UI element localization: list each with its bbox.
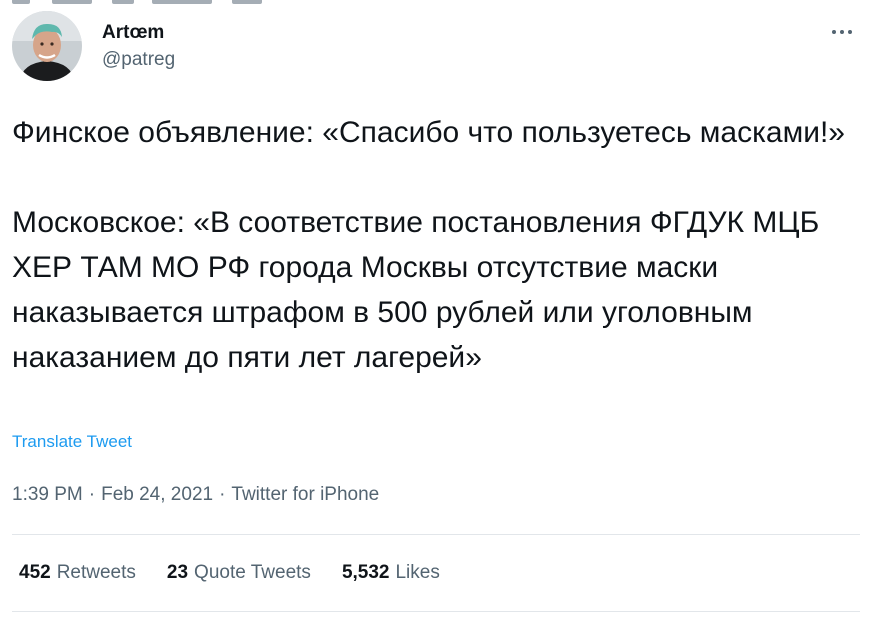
more-options-button[interactable] [827, 22, 857, 42]
ellipsis-icon [832, 30, 852, 34]
profile-photo-icon [12, 11, 82, 81]
translate-tweet-link[interactable]: Translate Tweet [12, 432, 132, 452]
likes-count: 5,532 [341, 562, 390, 583]
quote-tweets-label: Quote Tweets [194, 562, 311, 583]
likes-stat[interactable]: 5,532 Likes [342, 562, 440, 584]
tweet-meta: 1:39 PM · Feb 24, 2021 · Twitter for iPhone [12, 484, 379, 506]
meta-separator: · [219, 484, 226, 505]
divider [12, 611, 860, 612]
retweets-count: 452 [19, 562, 51, 583]
likes-label: Likes [395, 562, 440, 583]
tweet-source[interactable]: Twitter for iPhone [231, 484, 379, 505]
divider [12, 534, 860, 535]
meta-separator: · [88, 484, 96, 505]
tweet-text: Финское объявление: «Спасибо что пользуе… [12, 110, 862, 380]
quote-tweets-count: 23 [166, 562, 189, 583]
engagement-stats: 452 Retweets 23 Quote Tweets 5,532 Likes [19, 562, 440, 584]
author-display-name[interactable]: Artœm [102, 22, 175, 44]
tweet-paragraph-1: Финское объявление: «Спасибо что пользуе… [12, 116, 845, 149]
tweet-date[interactable]: Feb 24, 2021 [101, 484, 213, 505]
retweets-label: Retweets [56, 562, 136, 583]
author-info: Artœm @patreg [102, 22, 175, 72]
avatar[interactable] [12, 11, 82, 81]
tweet-paragraph-2: Московское: «В соответствие постановлени… [12, 206, 820, 374]
tweet-time[interactable]: 1:39 PM [12, 484, 83, 505]
quote-tweets-stat[interactable]: 23 Quote Tweets [167, 562, 311, 584]
author-handle[interactable]: @patreg [102, 48, 175, 72]
retweets-stat[interactable]: 452 Retweets [19, 562, 136, 584]
previous-tweet-fragment [12, 0, 292, 6]
